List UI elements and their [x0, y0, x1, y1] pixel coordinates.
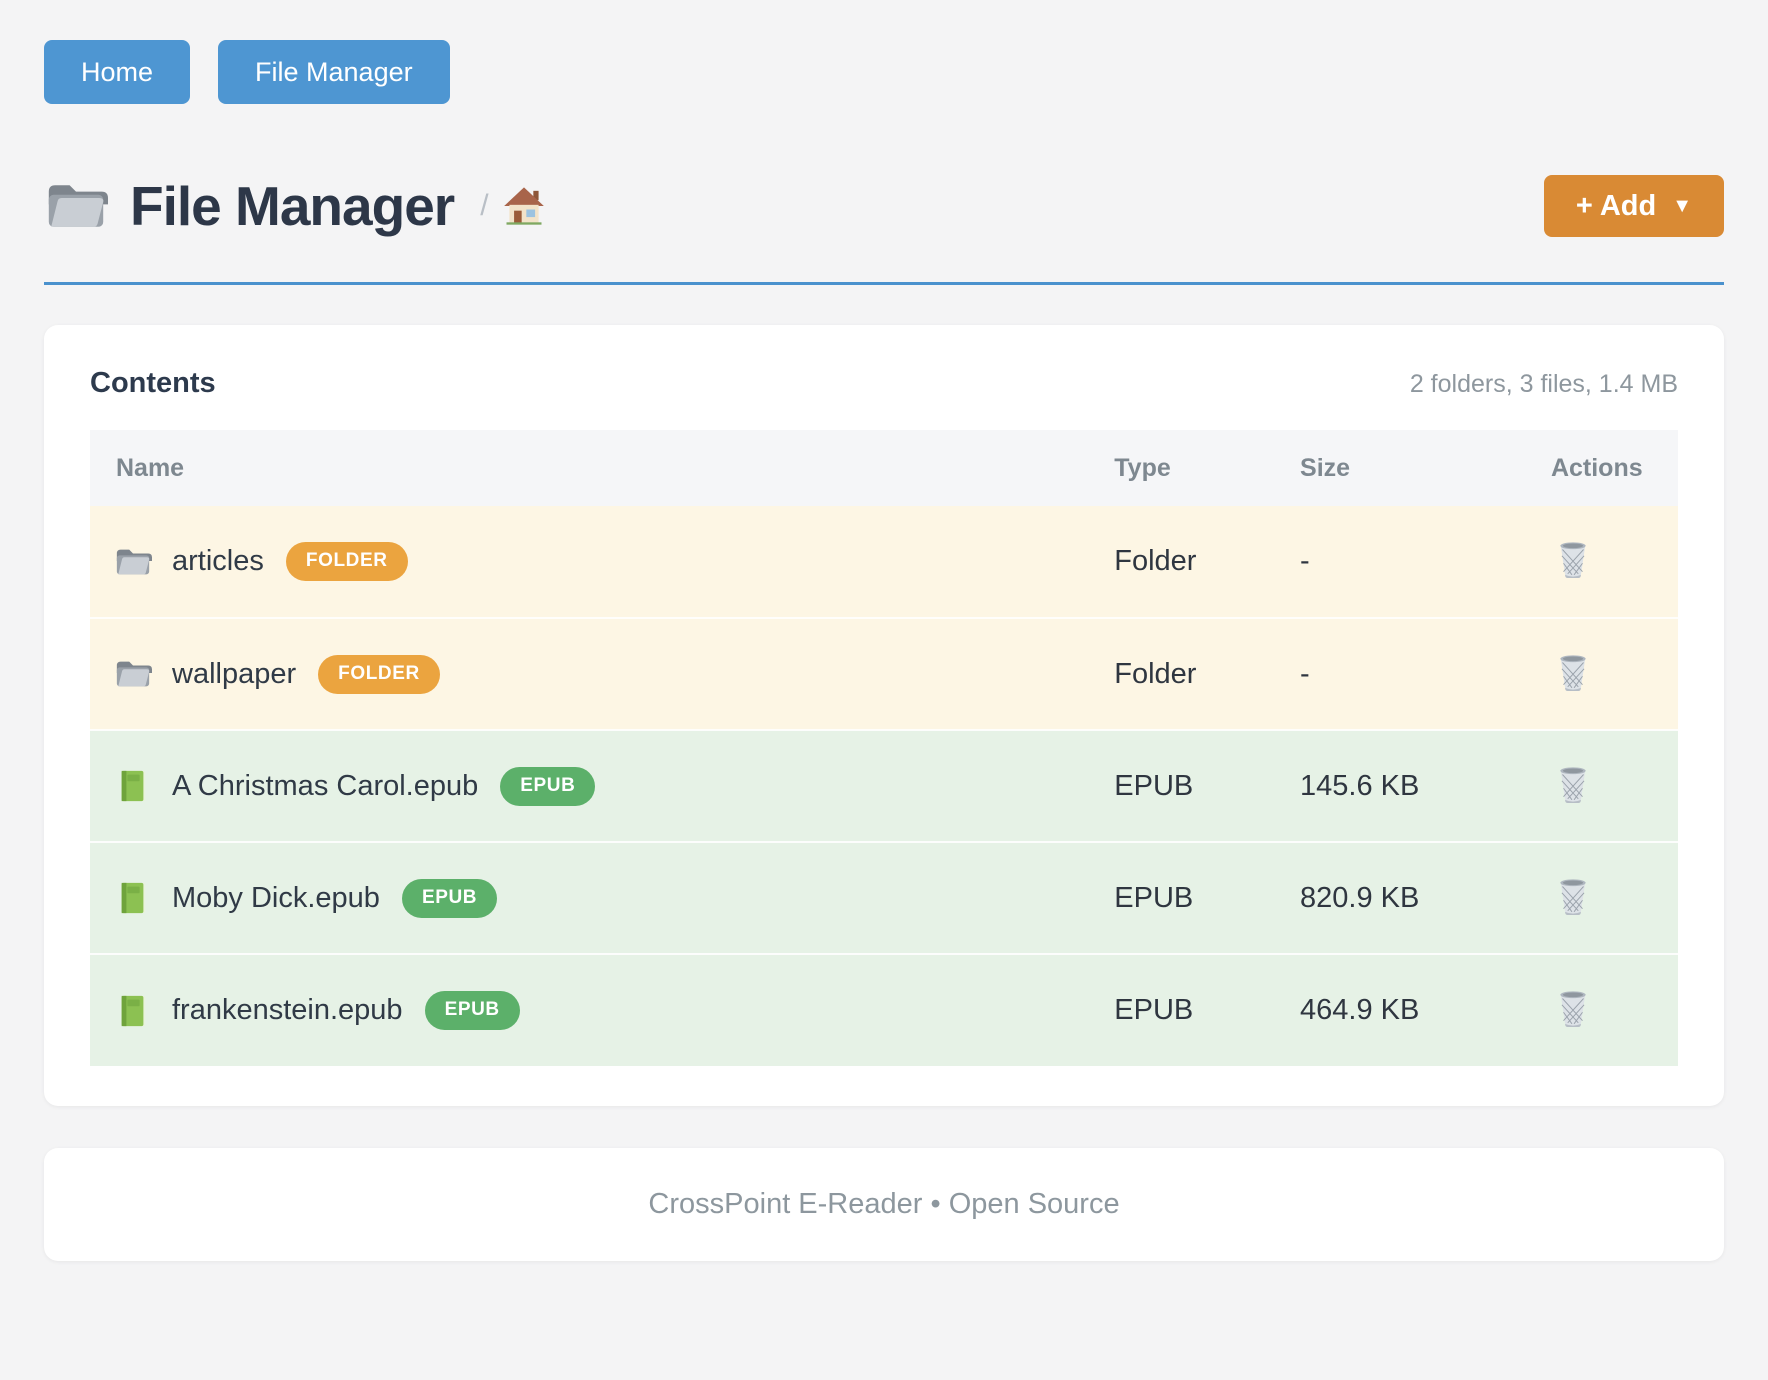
contents-summary: 2 folders, 3 files, 1.4 MB [1410, 370, 1678, 399]
book-icon [114, 769, 152, 803]
book-icon [114, 994, 152, 1028]
column-header-name: Name [90, 430, 1114, 506]
type-cell: EPUB [1114, 954, 1300, 1066]
delete-button[interactable] [1557, 540, 1589, 581]
book-icon [114, 881, 152, 915]
contents-header: Contents 2 folders, 3 files, 1.4 MB [90, 367, 1678, 400]
trash-icon [1557, 989, 1589, 1027]
file-manager-page: Home File Manager File Manager / + Add ▼… [0, 0, 1768, 1261]
type-cell: EPUB [1114, 842, 1300, 954]
table-row[interactable]: Moby Dick.epub EPUB EPUB 820.9 KB [90, 842, 1678, 954]
file-name[interactable]: frankenstein.epub [172, 994, 403, 1027]
house-icon[interactable] [489, 186, 545, 226]
file-name[interactable]: articles [172, 545, 264, 578]
type-cell: EPUB [1114, 730, 1300, 842]
column-header-size: Size [1300, 430, 1551, 506]
add-button-label: + Add [1576, 190, 1656, 223]
size-cell: - [1300, 618, 1551, 730]
type-badge: EPUB [402, 879, 497, 918]
type-badge: EPUB [425, 991, 520, 1030]
file-table: Name Type Size Actions articles FOLDER F… [90, 430, 1678, 1066]
type-cell: Folder [1114, 506, 1300, 618]
panel-title: Contents [90, 367, 216, 400]
trash-icon [1557, 765, 1589, 803]
column-header-actions: Actions [1551, 430, 1678, 506]
trash-icon [1557, 540, 1589, 578]
trash-icon [1557, 877, 1589, 915]
chevron-down-icon: ▼ [1672, 195, 1692, 218]
file-name[interactable]: Moby Dick.epub [172, 882, 380, 915]
nav-file-manager-button[interactable]: File Manager [218, 40, 450, 104]
breadcrumb-separator: / [480, 189, 488, 223]
contents-panel: Contents 2 folders, 3 files, 1.4 MB Name… [44, 325, 1724, 1106]
type-badge: FOLDER [318, 655, 440, 694]
title-wrap: File Manager / [44, 174, 545, 238]
delete-button[interactable] [1557, 989, 1589, 1030]
size-cell: 464.9 KB [1300, 954, 1551, 1066]
footer-text: CrossPoint E-Reader • Open Source [648, 1188, 1119, 1221]
folder-icon [44, 179, 108, 233]
page-header: File Manager / + Add ▼ [44, 174, 1724, 238]
footer: CrossPoint E-Reader • Open Source [44, 1148, 1724, 1261]
delete-button[interactable] [1557, 877, 1589, 918]
type-cell: Folder [1114, 618, 1300, 730]
title-divider [44, 282, 1724, 285]
top-nav: Home File Manager [44, 40, 1724, 104]
delete-button[interactable] [1557, 765, 1589, 806]
trash-icon [1557, 653, 1589, 691]
folder-icon [114, 545, 152, 579]
size-cell: 820.9 KB [1300, 842, 1551, 954]
column-header-type: Type [1114, 430, 1300, 506]
table-row[interactable]: articles FOLDER Folder - [90, 506, 1678, 618]
table-row[interactable]: wallpaper FOLDER Folder - [90, 618, 1678, 730]
folder-icon [114, 657, 152, 691]
type-badge: EPUB [500, 767, 595, 806]
file-name[interactable]: wallpaper [172, 658, 296, 691]
size-cell: - [1300, 506, 1551, 618]
table-row[interactable]: A Christmas Carol.epub EPUB EPUB 145.6 K… [90, 730, 1678, 842]
table-row[interactable]: frankenstein.epub EPUB EPUB 464.9 KB [90, 954, 1678, 1066]
size-cell: 145.6 KB [1300, 730, 1551, 842]
add-button[interactable]: + Add ▼ [1544, 175, 1724, 237]
page-title: File Manager [130, 174, 454, 238]
delete-button[interactable] [1557, 653, 1589, 694]
table-header-row: Name Type Size Actions [90, 430, 1678, 506]
type-badge: FOLDER [286, 542, 408, 581]
file-name[interactable]: A Christmas Carol.epub [172, 770, 478, 803]
nav-home-button[interactable]: Home [44, 40, 190, 104]
